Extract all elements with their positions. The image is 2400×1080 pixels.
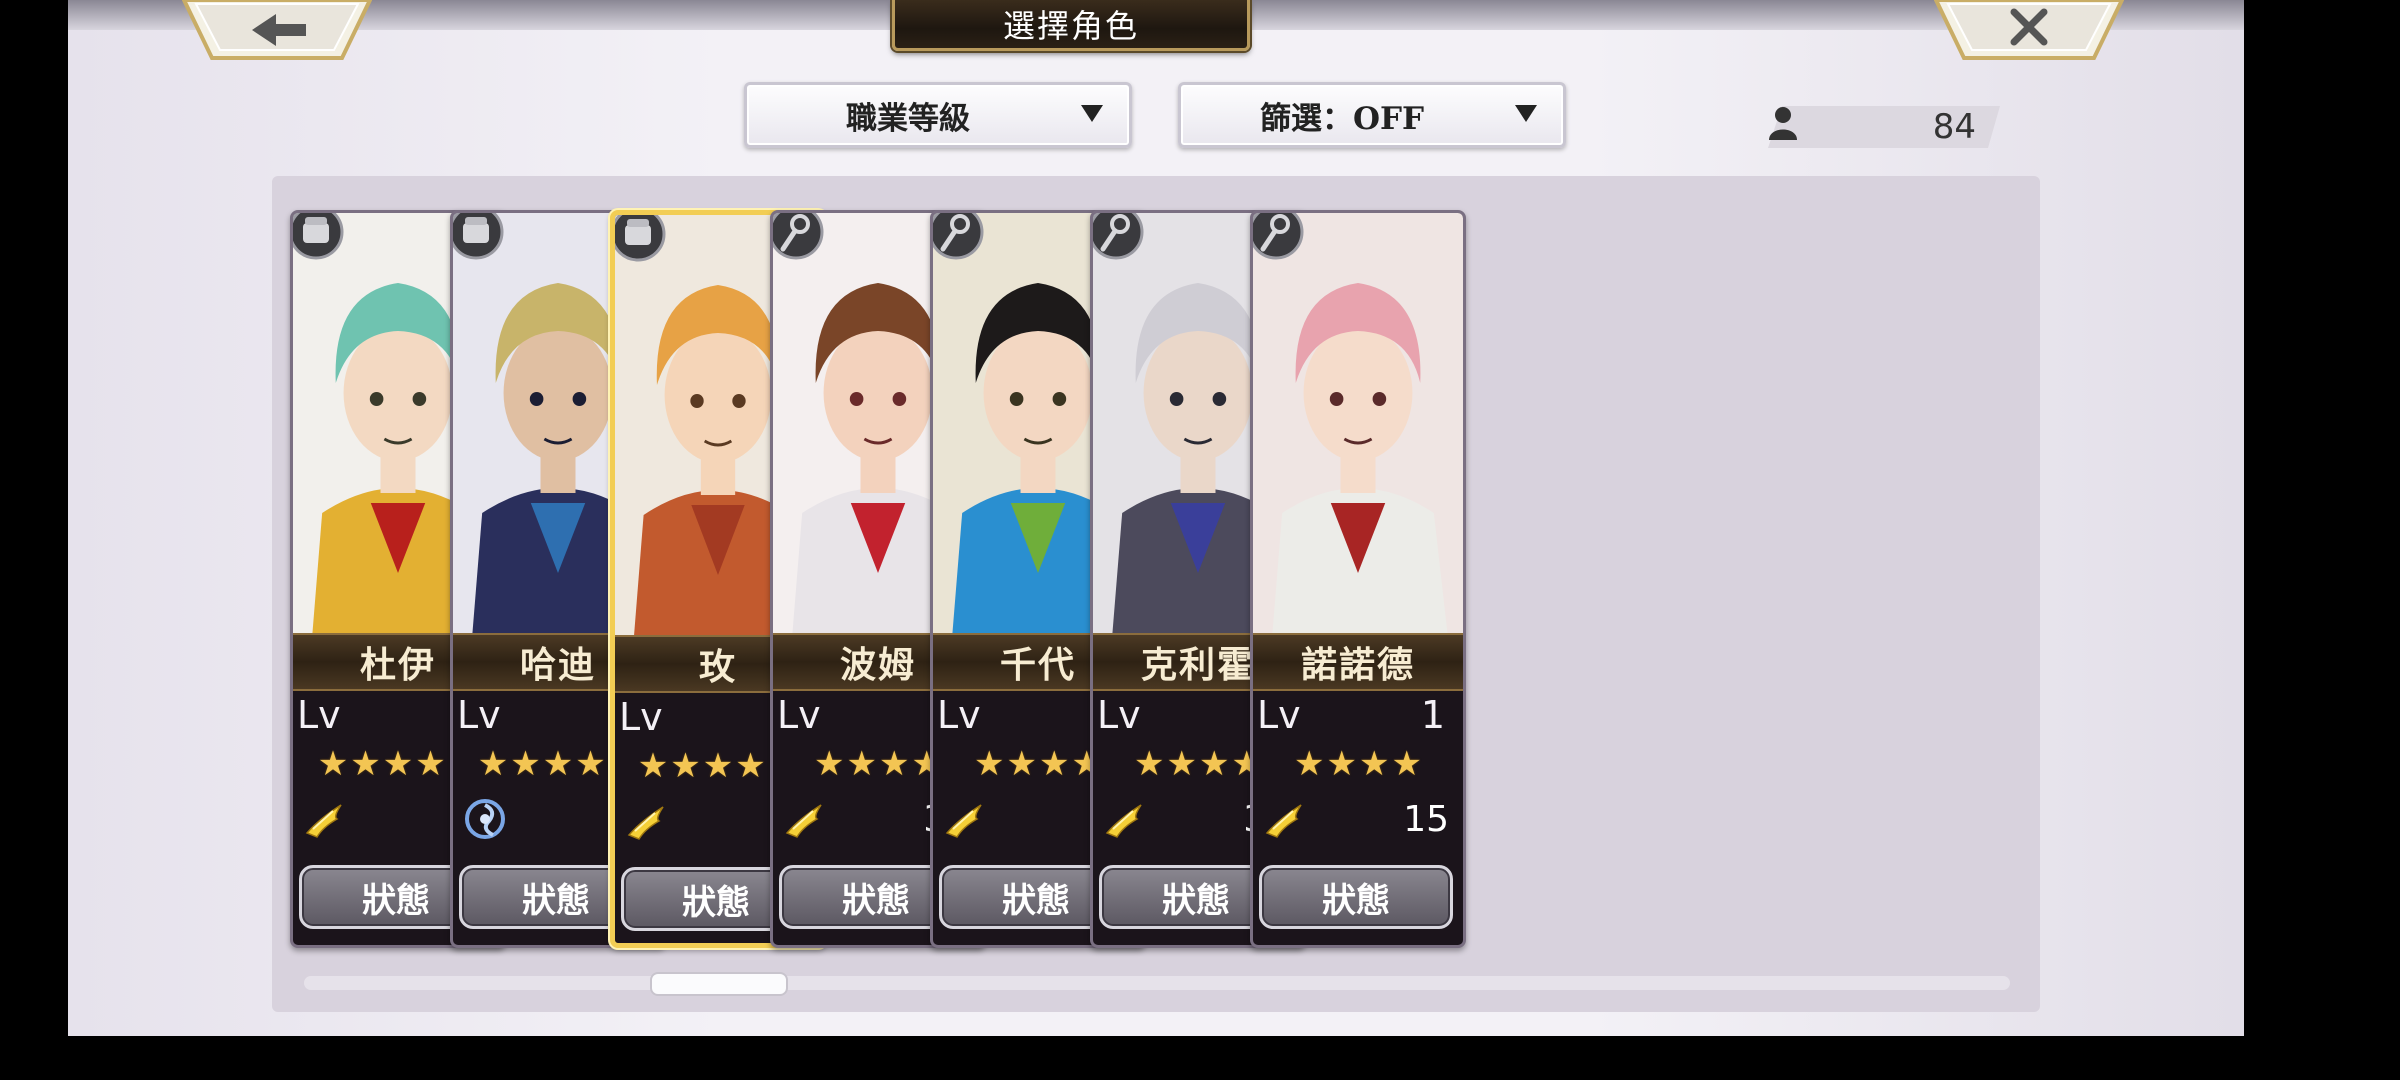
star-icon: ★ (1391, 744, 1422, 784)
lightning-wing-icon (303, 797, 347, 841)
level-label: Lv (457, 693, 501, 737)
star-icon: ★ (637, 746, 669, 786)
star-icon: ★ (1134, 744, 1165, 784)
star-icon: ★ (879, 744, 910, 784)
person-icon (1769, 107, 1797, 140)
back-button[interactable] (182, 0, 372, 60)
filter-dropdown[interactable]: 篩選：OFF (1178, 82, 1566, 148)
star-icon: ★ (382, 744, 414, 784)
close-button[interactable] (1934, 0, 2124, 60)
star-icon: ★ (1166, 744, 1197, 784)
star-icon: ★ (1199, 744, 1230, 784)
scrollbar-thumb[interactable] (649, 972, 788, 996)
star-icon: ★ (350, 744, 381, 784)
level-label: Lv (619, 695, 663, 739)
character-name: 諾諾德 (1253, 633, 1463, 691)
star-icon: ★ (670, 746, 701, 786)
star-icon: ★ (317, 744, 349, 784)
staff-icon (1253, 213, 1305, 261)
star-icon: ★ (575, 744, 606, 784)
rarity-stars: ★ ★ ★ ★ (1253, 745, 1463, 783)
star-icon: ★ (1294, 744, 1325, 784)
star-icon: ★ (1359, 744, 1390, 784)
chevron-down-icon (1515, 105, 1537, 122)
staff-icon (773, 213, 825, 261)
arrow-left-icon (252, 14, 306, 46)
close-x-icon (2010, 8, 2048, 46)
screen-title: 選擇角色 (892, 0, 1250, 51)
character-stat-value: 15 (1403, 799, 1449, 840)
star-icon: ★ (814, 744, 845, 784)
lightning-wing-icon (1103, 797, 1147, 841)
star-icon: ★ (1039, 744, 1070, 784)
lightning-wing-icon (783, 797, 827, 841)
vortex-icon (463, 797, 507, 841)
star-icon: ★ (477, 744, 509, 784)
level-label: Lv (1097, 693, 1141, 737)
character-list-panel: 杜伊Lv1★★★★★4狀態哈迪Lv1★★★★★4狀態玫Lv1★★★★★7狀態波姆… (272, 176, 2040, 1012)
character-select-screen: 選擇角色 職業等級 篩選：OFF 84 杜伊Lv1★★★★★4狀態哈迪Lv1★★… (68, 0, 2244, 1036)
filter-dropdown-label: 篩選：OFF (1259, 100, 1425, 137)
level-label: Lv (777, 693, 821, 737)
fist-gauntlet-icon (453, 213, 505, 261)
star-icon: ★ (510, 744, 541, 784)
star-icon: ★ (1326, 744, 1357, 784)
scrollbar-track[interactable] (304, 976, 2010, 990)
status-button[interactable]: 狀態 (1259, 865, 1453, 929)
level-label: Lv (937, 693, 981, 737)
star-icon: ★ (735, 746, 766, 786)
level-label: Lv (1257, 693, 1301, 737)
character-count: 84 (1768, 106, 2000, 148)
lightning-wing-icon (625, 799, 669, 843)
sort-dropdown-label: 職業等級 (846, 100, 970, 137)
star-icon: ★ (1006, 744, 1037, 784)
staff-icon (933, 213, 985, 261)
star-icon: ★ (702, 746, 734, 786)
staff-icon (1093, 213, 1145, 261)
lightning-wing-icon (943, 797, 987, 841)
fist-gauntlet-icon (293, 213, 345, 261)
sort-dropdown[interactable]: 職業等級 (744, 82, 1132, 148)
star-icon: ★ (846, 744, 877, 784)
chevron-down-icon (1081, 105, 1103, 122)
character-card[interactable]: 諾諾德 Lv 1 ★ ★ ★ ★ 15 狀態 (1250, 210, 1466, 948)
fist-gauntlet-icon (615, 215, 667, 263)
level-label: Lv (297, 693, 341, 737)
character-count-value: 84 (1932, 107, 1976, 147)
star-icon: ★ (542, 744, 574, 784)
level-value: 1 (1420, 693, 1445, 737)
star-icon: ★ (415, 744, 446, 784)
lightning-wing-icon (1263, 797, 1307, 841)
star-icon: ★ (974, 744, 1005, 784)
character-portrait (1253, 213, 1463, 633)
